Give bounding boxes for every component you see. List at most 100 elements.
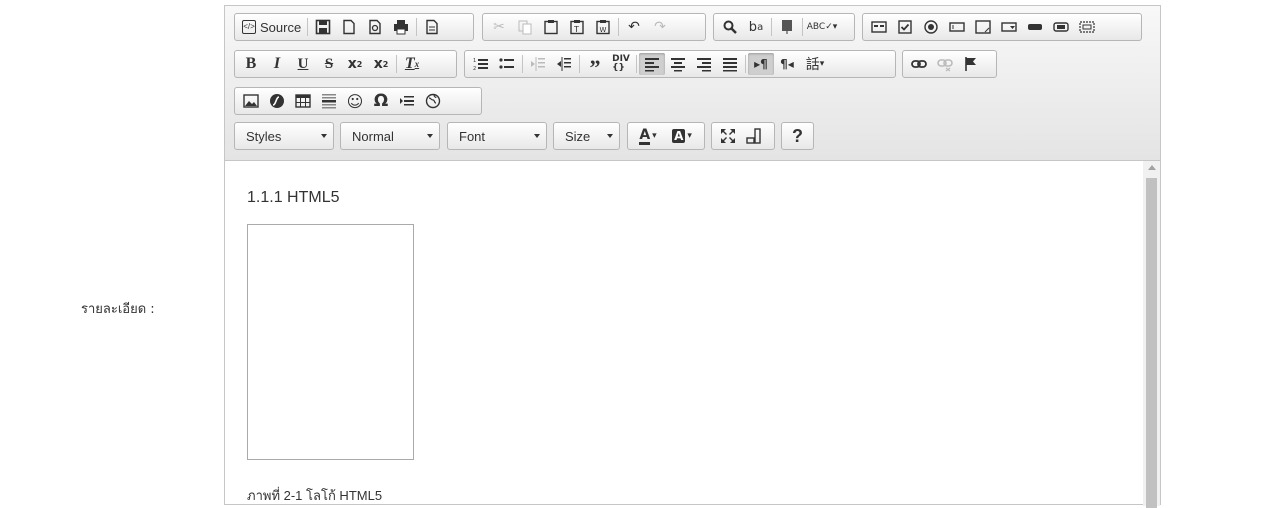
help-icon: ?: [792, 125, 803, 146]
insert-toolbar-group: ☺ Ω: [234, 87, 482, 115]
button-icon[interactable]: [1022, 16, 1048, 38]
chevron-down-icon: [607, 134, 613, 138]
basic-styles-toolbar-group: B I U S x2 x2 Tx: [234, 50, 457, 78]
align-justify-icon[interactable]: [717, 53, 743, 75]
indent-icon[interactable]: [551, 53, 577, 75]
form-icon[interactable]: [866, 16, 892, 38]
outdent-icon[interactable]: [525, 53, 551, 75]
horizontal-rule-icon[interactable]: [316, 90, 342, 112]
paste-icon[interactable]: [538, 16, 564, 38]
editor-toolbar: </> Source ✂ T W ↶ ↷ ba ABC✓▾ B I U S x …: [225, 6, 1160, 161]
hidden-field-icon[interactable]: [1074, 16, 1100, 38]
image-caption: ภาพที่ 2-1 โลโก้ HTML5: [247, 488, 383, 503]
svg-text:1: 1: [473, 58, 476, 64]
size-combo-label: Size: [565, 128, 591, 144]
align-left-icon[interactable]: [639, 53, 665, 75]
anchor-flag-icon[interactable]: [958, 53, 984, 75]
table-icon[interactable]: [290, 90, 316, 112]
undo-icon[interactable]: ↶: [621, 16, 647, 38]
scrollbar-thumb[interactable]: [1146, 178, 1157, 508]
source-button[interactable]: </> Source: [238, 16, 305, 38]
image-button-icon[interactable]: [1048, 16, 1074, 38]
scroll-up-arrow-icon[interactable]: [1148, 165, 1156, 170]
cut-icon[interactable]: ✂: [486, 16, 512, 38]
underline-icon[interactable]: U: [290, 53, 316, 75]
link-icon[interactable]: [906, 53, 932, 75]
paste-word-icon[interactable]: W: [590, 16, 616, 38]
bulleted-list-icon[interactable]: [494, 53, 520, 75]
html5-logo-image-placeholder[interactable]: [247, 224, 414, 460]
new-page-icon[interactable]: [336, 16, 362, 38]
paragraph-toolbar-group: 12 ” DIV{} ▸¶ ¶◂ 話 ▾: [464, 50, 896, 79]
text-direction-rtl-icon[interactable]: ¶◂: [774, 53, 800, 75]
field-label: รายละเอียด :: [81, 302, 155, 317]
select-icon[interactable]: [996, 16, 1022, 38]
page-break-icon[interactable]: [394, 90, 420, 112]
source-button-label: Source: [260, 19, 302, 35]
maximize-icon[interactable]: [715, 125, 741, 147]
editing-toolbar-group: ba ABC✓▾: [713, 13, 855, 41]
about-toolbar-group: ?: [781, 122, 814, 150]
svg-text:2: 2: [473, 66, 476, 72]
text-color-icon[interactable]: A ▾: [631, 125, 665, 147]
align-right-icon[interactable]: [691, 53, 717, 75]
remove-format-icon[interactable]: Tx: [399, 53, 425, 75]
redo-icon[interactable]: ↷: [647, 16, 673, 38]
chevron-down-icon: [534, 134, 540, 138]
print-icon[interactable]: [388, 16, 414, 38]
create-div-icon[interactable]: DIV{}: [608, 53, 634, 75]
superscript-icon[interactable]: x2: [368, 53, 394, 75]
background-color-icon[interactable]: A ▾: [665, 125, 699, 147]
image-icon[interactable]: [238, 90, 264, 112]
size-combo[interactable]: Size: [553, 122, 620, 150]
clipboard-toolbar-group: ✂ T W ↶ ↷: [482, 13, 706, 41]
links-toolbar-group: [902, 50, 997, 78]
unlink-icon[interactable]: [932, 53, 958, 75]
blockquote-icon[interactable]: ”: [582, 53, 608, 79]
strikethrough-icon[interactable]: S: [316, 53, 342, 75]
styles-combo-label: Styles: [246, 128, 282, 144]
vertical-scrollbar[interactable]: [1143, 161, 1160, 508]
smiley-icon[interactable]: ☺: [342, 90, 368, 112]
format-combo-label: Normal: [352, 128, 394, 144]
templates-icon[interactable]: [419, 16, 445, 38]
language-icon[interactable]: 話 ▾: [800, 53, 830, 75]
save-icon[interactable]: [310, 16, 336, 38]
replace-icon[interactable]: ba: [743, 16, 769, 38]
copy-icon[interactable]: [512, 16, 538, 38]
align-center-icon[interactable]: [665, 53, 691, 75]
font-combo-label: Font: [459, 128, 486, 144]
bold-icon[interactable]: B: [238, 53, 264, 75]
tools-toolbar-group: [711, 122, 775, 150]
select-all-icon[interactable]: [774, 16, 800, 38]
flash-icon[interactable]: [264, 90, 290, 112]
styles-combo[interactable]: Styles: [234, 122, 334, 150]
chevron-down-icon: [321, 134, 327, 138]
forms-toolbar-group: [862, 13, 1142, 41]
radio-icon[interactable]: [918, 16, 944, 38]
spellcheck-icon[interactable]: ABC✓▾: [805, 16, 839, 38]
subscript-icon[interactable]: x2: [342, 53, 368, 75]
help-button[interactable]: ?: [785, 125, 810, 147]
textarea-icon[interactable]: [970, 16, 996, 38]
font-combo[interactable]: Font: [447, 122, 547, 150]
svg-text:T: T: [573, 25, 579, 34]
find-icon[interactable]: [717, 16, 743, 38]
editor-content-area[interactable]: 1.1.1 HTML5 ภาพที่ 2-1 โลโก้ HTML5: [225, 161, 1144, 506]
italic-icon[interactable]: I: [264, 53, 290, 75]
format-combo[interactable]: Normal: [340, 122, 440, 150]
checkbox-icon[interactable]: [892, 16, 918, 38]
source-icon: </>: [242, 20, 256, 34]
document-toolbar-group: </> Source: [234, 13, 474, 41]
textfield-icon[interactable]: [944, 16, 970, 38]
iframe-globe-icon[interactable]: [420, 90, 446, 112]
numbered-list-icon[interactable]: 12: [468, 53, 494, 75]
chevron-down-icon: [427, 134, 433, 138]
paste-text-icon[interactable]: T: [564, 16, 590, 38]
content-heading: 1.1.1 HTML5: [247, 189, 340, 206]
special-char-icon[interactable]: Ω: [368, 90, 394, 112]
text-direction-ltr-icon[interactable]: ▸¶: [748, 53, 774, 75]
preview-icon[interactable]: [362, 16, 388, 38]
show-blocks-icon[interactable]: [741, 125, 767, 147]
rich-text-editor: </> Source ✂ T W ↶ ↷ ba ABC✓▾ B I U S x …: [224, 5, 1161, 508]
